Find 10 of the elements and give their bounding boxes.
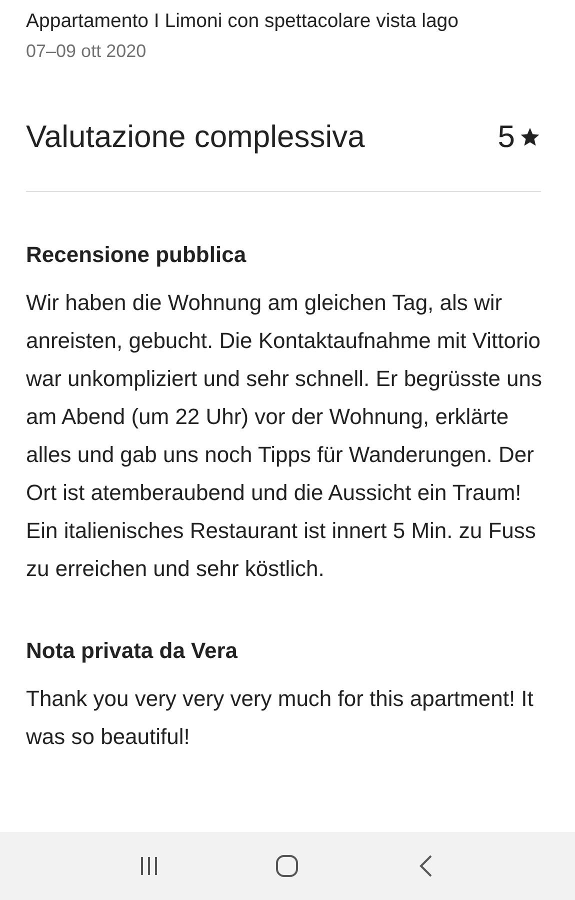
- review-text: Thank you very very very much for this apartment! It was so beautiful!: [26, 685, 534, 751]
- section-heading: Nota privata da Vera: [26, 638, 239, 664]
- home-icon[interactable]: [275, 854, 300, 878]
- listing-title: Appartamento I Limoni con spettacolare vista lago: [26, 9, 460, 34]
- listing-dates: 07–09 ott 2020: [26, 40, 148, 63]
- review-text: Wir haben die Wohnung am gleichen Tag, als wir anreisten, gebucht. Die Kontaktaufnahme mit Vittorio war unkompliziert und sehr schnell. Er begrüsste uns am Abend (um 22 Uhr) vor der Wohnung, erklärte alles und gab uns noch Tipps für Wanderungen. Der Ort ist atemberaubend und die Aussicht ein Traum! Ein italienisches Restaurant ist innert 5 Min. zu Fuss zu erreichen und sehr köstlich.: [26, 289, 544, 583]
- star-icon: [519, 126, 541, 148]
- overall-rating-title: Valutazione complessiva: [26, 119, 365, 155]
- section-heading: Recensione pubblica: [26, 242, 248, 268]
- rating-value: 5: [498, 119, 515, 155]
